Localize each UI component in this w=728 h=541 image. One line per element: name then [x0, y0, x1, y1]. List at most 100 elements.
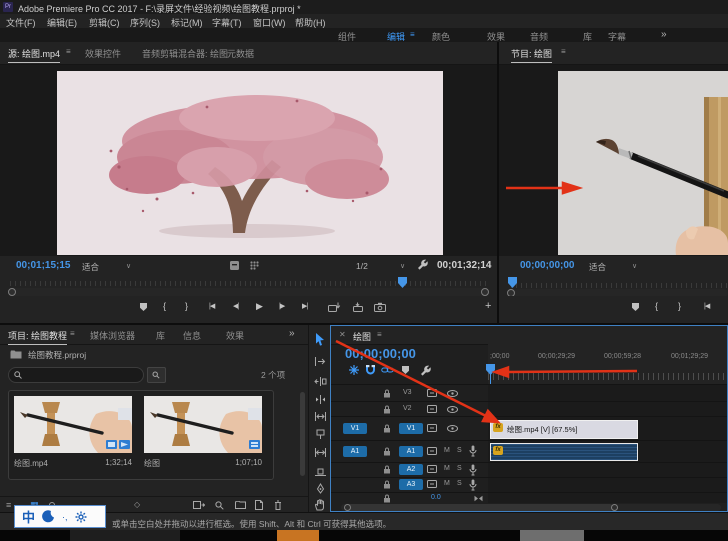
sync-lock-icon[interactable]: [427, 447, 437, 455]
clip-thumbnail[interactable]: [14, 396, 132, 453]
tab-project[interactable]: 项目: 绘图教程: [8, 329, 67, 345]
program-scrubber[interactable]: [499, 276, 728, 296]
sequence-thumbnail[interactable]: [144, 396, 262, 453]
program-fit-chevron-icon[interactable]: ∨: [632, 262, 637, 270]
timeline-ruler[interactable]: ;00;00 00;00;29;29 00;00;59;28 00;01;29;…: [488, 344, 727, 384]
resolution-chevron-icon[interactable]: ∨: [400, 262, 405, 270]
source-scroll-handle-left[interactable]: [8, 288, 16, 296]
automate-to-sequence-icon[interactable]: [193, 501, 205, 509]
source-fit-chevron-icon[interactable]: ∨: [126, 262, 131, 270]
tab-libraries[interactable]: 库: [156, 329, 165, 342]
sync-lock-icon[interactable]: [427, 480, 437, 488]
source-timecode[interactable]: 00;01;15;15: [16, 260, 70, 271]
mute-button[interactable]: M: [444, 480, 450, 487]
program-go-to-in-icon[interactable]: |◀: [704, 302, 709, 310]
sync-lock-icon[interactable]: [427, 405, 437, 413]
close-icon[interactable]: ✕: [339, 330, 346, 339]
timeline-panel-menu-icon[interactable]: ≡: [377, 330, 382, 339]
mute-button[interactable]: M: [444, 447, 450, 454]
toggle-track-output-eye-icon[interactable]: [447, 390, 458, 397]
lock-icon[interactable]: [383, 480, 391, 489]
pen-tool[interactable]: [315, 483, 326, 495]
toggle-track-output-eye-icon[interactable]: [447, 425, 458, 432]
ruler-ticks[interactable]: [488, 373, 727, 380]
program-fit-select[interactable]: 适合: [589, 261, 606, 273]
slip-tool[interactable]: [314, 447, 327, 458]
source-panel-menu-icon[interactable]: ≡: [66, 47, 71, 56]
program-panel-menu-icon[interactable]: ≡: [561, 47, 566, 56]
add-marker-icon[interactable]: [140, 303, 147, 311]
export-frame-camera-icon[interactable]: [374, 302, 386, 312]
solo-button[interactable]: S: [457, 465, 462, 472]
tab-source-clip[interactable]: 源: 绘图.mp4: [8, 47, 60, 63]
monitor-divider[interactable]: [497, 42, 499, 325]
program-mark-out-icon[interactable]: }: [678, 301, 680, 311]
solo-button[interactable]: S: [457, 447, 462, 454]
monitor-settings-icon[interactable]: [229, 260, 240, 271]
source-zoom-scrollbar[interactable]: [8, 288, 489, 296]
voiceover-mic-icon[interactable]: [469, 445, 477, 457]
ime-bar[interactable]: 中 ·,: [14, 505, 106, 528]
mark-out-icon[interactable]: }: [185, 301, 187, 311]
source-fit-select[interactable]: 适合: [82, 261, 99, 273]
search-bin-button[interactable]: [147, 367, 166, 383]
keyframe-nav-icon[interactable]: [474, 495, 483, 502]
tab-audio-clip-mixer[interactable]: 音频剪辑混合器: 绘图: [142, 47, 228, 60]
timeline-add-marker-icon[interactable]: [402, 366, 409, 374]
ime-punctuation-icon[interactable]: ·,: [62, 512, 68, 522]
tab-effects[interactable]: 效果: [226, 329, 244, 342]
project-overflow-icon[interactable]: »: [289, 328, 295, 339]
lock-icon[interactable]: [383, 494, 391, 503]
lock-icon[interactable]: [383, 405, 391, 414]
track-target-a3[interactable]: A3: [399, 479, 423, 490]
sync-lock-icon[interactable]: [427, 465, 437, 473]
step-forward-icon[interactable]: |▶: [279, 302, 284, 310]
tab-media-browser[interactable]: 媒体浏览器: [90, 329, 135, 342]
timeline-scrollbar-thumb[interactable]: [346, 504, 613, 511]
overwrite-icon[interactable]: [351, 302, 364, 312]
go-to-out-icon[interactable]: ▶|: [302, 302, 307, 310]
track-select-forward-tool[interactable]: [314, 356, 327, 367]
razor-tool[interactable]: [315, 429, 326, 440]
track-target-a2[interactable]: A2: [399, 464, 423, 475]
selection-tool[interactable]: [315, 333, 326, 346]
track-name-v3[interactable]: V3: [403, 389, 412, 396]
toggle-track-output-eye-icon[interactable]: [447, 406, 458, 413]
project-item-card[interactable]: 绘图.mp4 1;32;14: [14, 396, 134, 474]
lock-icon[interactable]: [383, 389, 391, 398]
tab-metadata[interactable]: 元数据: [227, 47, 254, 60]
rolling-edit-tool[interactable]: [314, 394, 327, 405]
voiceover-mic-icon[interactable]: [469, 464, 477, 476]
list-view-icon[interactable]: ≡: [6, 500, 11, 510]
timeline-settings-wrench-icon[interactable]: [420, 365, 432, 377]
sequence-item-card[interactable]: 绘图 1;07;10: [144, 396, 264, 474]
sync-lock-icon[interactable]: [427, 389, 437, 397]
slide-tool[interactable]: [314, 466, 327, 477]
find-icon[interactable]: [215, 501, 224, 510]
lock-icon[interactable]: [383, 424, 391, 433]
go-to-in-icon[interactable]: |◀: [209, 302, 214, 310]
ripple-edit-tool[interactable]: [314, 376, 327, 387]
workspace-overflow-icon[interactable]: »: [661, 29, 667, 40]
source-mini-ruler[interactable]: [10, 281, 487, 286]
project-panel-menu-icon[interactable]: ≡: [70, 329, 75, 338]
tab-info[interactable]: 信息: [183, 329, 201, 342]
program-timecode[interactable]: 00;00;00;00: [520, 260, 574, 271]
solo-button[interactable]: S: [457, 480, 462, 487]
source-patch-a1[interactable]: A1: [343, 446, 367, 457]
lock-icon[interactable]: [383, 465, 391, 474]
source-playhead[interactable]: [398, 277, 407, 288]
button-editor-plus-icon[interactable]: +: [485, 300, 491, 312]
workspace-menu-icon[interactable]: ≡: [410, 30, 415, 39]
tab-program[interactable]: 节目: 绘图: [511, 47, 552, 63]
nest-sequence-icon[interactable]: [348, 364, 360, 376]
timeline-video-clip[interactable]: fx 绘图.mp4 [V] [67.5%]: [490, 420, 638, 439]
timeline-scroll-handle-left[interactable]: [344, 504, 351, 511]
tab-sequence[interactable]: 绘图: [353, 330, 371, 343]
clip-name[interactable]: 绘图.mp4: [14, 458, 48, 469]
program-mini-ruler[interactable]: [511, 283, 728, 288]
sort-icon[interactable]: ◇: [134, 500, 140, 509]
ime-language-mode[interactable]: 中: [22, 507, 35, 526]
voiceover-mic-icon[interactable]: [469, 479, 477, 491]
timeline-audio-clip[interactable]: fx: [490, 443, 638, 461]
